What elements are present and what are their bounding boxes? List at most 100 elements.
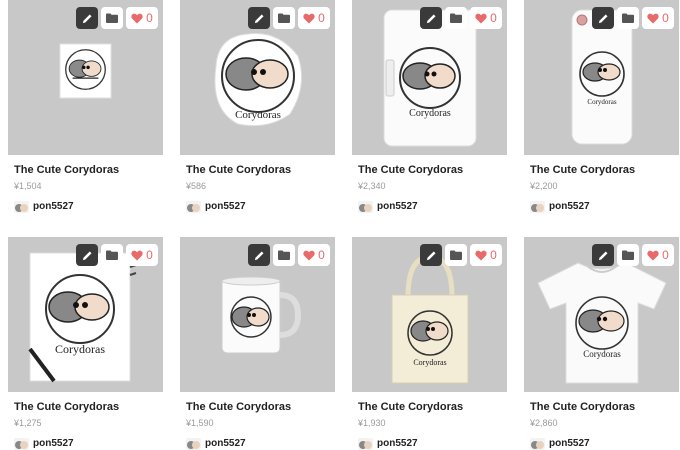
edit-button[interactable]: [420, 7, 442, 29]
edit-button[interactable]: [248, 7, 270, 29]
pencil-icon: [82, 250, 92, 260]
product-price: ¥1,504: [14, 181, 42, 191]
product-thumbnail[interactable]: Corydoras 0: [8, 237, 163, 392]
heart-icon: [647, 250, 659, 260]
folder-button[interactable]: [617, 7, 639, 29]
pencil-icon: [598, 250, 608, 260]
product-card[interactable]: Corydoras 0 The Cute Corydoras ¥1,930 po…: [352, 237, 507, 450]
folder-button[interactable]: [445, 7, 467, 29]
like-button[interactable]: 0: [642, 7, 674, 29]
product-title[interactable]: The Cute Corydoras: [14, 163, 163, 177]
product-user[interactable]: pon5527: [530, 201, 679, 213]
card-actions: 0: [420, 244, 502, 266]
user-name: pon5527: [377, 201, 418, 212]
edit-button[interactable]: [76, 244, 98, 266]
folder-button[interactable]: [101, 244, 123, 266]
product-title[interactable]: The Cute Corydoras: [186, 400, 335, 414]
product-grid: 0 The Cute Corydoras ¥1,504 pon5527 Cory…: [0, 0, 680, 450]
like-button[interactable]: 0: [298, 244, 330, 266]
pencil-icon: [426, 250, 436, 260]
product-thumbnail[interactable]: Corydoras 0: [180, 0, 335, 155]
fish-avatar-icon: [530, 438, 545, 450]
product-thumbnail[interactable]: 0: [8, 0, 163, 155]
notebook-phone-case-image: Corydoras: [383, 9, 477, 147]
mug-image: [221, 276, 302, 354]
folder-icon: [622, 250, 634, 260]
fish-avatar-icon: [186, 438, 201, 450]
like-count: 0: [318, 11, 325, 25]
folder-icon: [106, 250, 118, 260]
pencil-icon: [254, 250, 264, 260]
product-title[interactable]: The Cute Corydoras: [358, 163, 507, 177]
t-shirt-image: Corydoras: [537, 262, 667, 384]
product-thumbnail[interactable]: 0: [180, 237, 335, 392]
product-price: ¥2,200: [530, 181, 558, 191]
svg-text:Corydoras: Corydoras: [587, 98, 616, 106]
svg-text:Corydoras: Corydoras: [55, 342, 105, 356]
card-actions: 0: [76, 7, 158, 29]
product-user[interactable]: pon5527: [358, 438, 507, 450]
product-user[interactable]: pon5527: [358, 201, 507, 213]
fish-avatar-icon: [530, 201, 545, 213]
product-thumbnail[interactable]: Corydoras 0: [524, 0, 679, 155]
product-user[interactable]: pon5527: [186, 438, 335, 450]
folder-icon: [278, 250, 290, 260]
heart-icon: [475, 13, 487, 23]
product-card[interactable]: Corydoras 0 The Cute Corydoras ¥2,860 po…: [524, 237, 679, 450]
heart-icon: [131, 250, 143, 260]
product-card[interactable]: Corydoras 0 The Cute Corydoras ¥1,275 po…: [8, 237, 163, 450]
edit-button[interactable]: [592, 7, 614, 29]
like-button[interactable]: 0: [642, 244, 674, 266]
user-name: pon5527: [549, 438, 590, 449]
folder-button[interactable]: [445, 244, 467, 266]
svg-text:Corydoras: Corydoras: [409, 108, 451, 119]
like-button[interactable]: 0: [126, 7, 158, 29]
product-card[interactable]: 0 The Cute Corydoras ¥1,590 pon5527: [180, 237, 335, 450]
product-user[interactable]: pon5527: [186, 201, 335, 213]
product-title[interactable]: The Cute Corydoras: [530, 400, 679, 414]
product-thumbnail[interactable]: Corydoras 0: [352, 237, 507, 392]
user-name: pon5527: [549, 201, 590, 212]
edit-button[interactable]: [420, 244, 442, 266]
like-button[interactable]: 0: [298, 7, 330, 29]
product-title[interactable]: The Cute Corydoras: [14, 400, 163, 414]
user-name: pon5527: [33, 438, 74, 449]
product-price: ¥1,590: [186, 418, 214, 428]
like-button[interactable]: 0: [126, 244, 158, 266]
product-title[interactable]: The Cute Corydoras: [530, 163, 679, 177]
product-thumbnail[interactable]: Corydoras 0: [352, 0, 507, 155]
heart-icon: [131, 13, 143, 23]
fish-avatar-icon: [358, 201, 373, 213]
folder-button[interactable]: [273, 244, 295, 266]
product-thumbnail[interactable]: Corydoras 0: [524, 237, 679, 392]
user-name: pon5527: [377, 438, 418, 449]
product-card[interactable]: Corydoras 0 The Cute Corydoras ¥2,340 po…: [352, 0, 507, 213]
product-card[interactable]: Corydoras 0 The Cute Corydoras ¥2,200 po…: [524, 0, 679, 213]
edit-button[interactable]: [76, 7, 98, 29]
user-name: pon5527: [205, 201, 246, 212]
folder-button[interactable]: [101, 7, 123, 29]
product-card[interactable]: 0 The Cute Corydoras ¥1,504 pon5527: [8, 0, 163, 213]
product-user[interactable]: pon5527: [530, 438, 679, 450]
folder-icon: [450, 250, 462, 260]
edit-button[interactable]: [592, 244, 614, 266]
product-price: ¥2,340: [358, 181, 386, 191]
like-count: 0: [662, 248, 669, 262]
product-title[interactable]: The Cute Corydoras: [186, 163, 335, 177]
pencil-icon: [82, 13, 92, 23]
product-title[interactable]: The Cute Corydoras: [358, 400, 507, 414]
folder-button[interactable]: [273, 7, 295, 29]
svg-text:Corydoras: Corydoras: [235, 109, 281, 121]
product-price: ¥2,860: [530, 418, 558, 428]
edit-button[interactable]: [248, 244, 270, 266]
product-price: ¥586: [186, 181, 207, 191]
product-card[interactable]: Corydoras 0 The Cute Corydoras ¥586 pon5…: [180, 0, 335, 213]
heart-icon: [475, 250, 487, 260]
folder-icon: [450, 13, 462, 23]
like-button[interactable]: 0: [470, 244, 502, 266]
folder-button[interactable]: [617, 244, 639, 266]
like-button[interactable]: 0: [470, 7, 502, 29]
tote-bag-image: Corydoras: [391, 254, 469, 384]
product-user[interactable]: pon5527: [14, 438, 163, 450]
product-user[interactable]: pon5527: [14, 201, 163, 213]
